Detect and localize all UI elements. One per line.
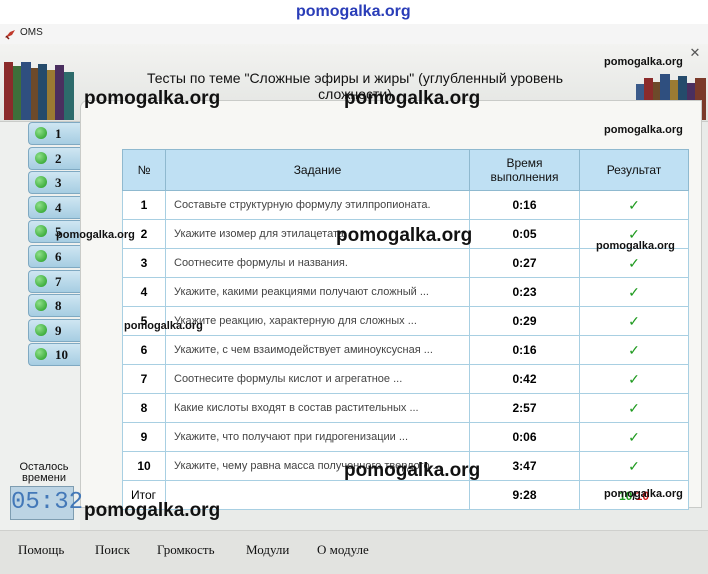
col-header-time: Время выполнения (469, 149, 580, 191)
books-left-image (4, 62, 74, 120)
status-dot-icon (35, 151, 47, 164)
table-row[interactable]: 4 Укажите, какими реакциями получают слож… (122, 277, 689, 307)
watermark: pomogalka.org (604, 56, 683, 68)
table-row[interactable]: 7 Соотнесите формулы кислот и агрегатное … (122, 364, 689, 394)
row-num: 4 (122, 277, 166, 307)
watermark: pomogalka.org (336, 225, 473, 246)
timer-label: Осталось времени (19, 461, 69, 484)
app-icon (5, 30, 15, 40)
modules-button[interactable]: Модули (246, 542, 289, 558)
check-icon: ✓ (579, 422, 689, 452)
results-table: № Задание Время выполнения Результат 1 Со… (122, 149, 689, 510)
status-dot-icon (35, 200, 47, 213)
about-module-button[interactable]: О модуле (317, 542, 369, 558)
row-time: 2:57 (469, 393, 580, 423)
row-time: 0:27 (469, 248, 580, 278)
title-bar: OMS (0, 24, 708, 45)
question-tab-3[interactable]: 3 (28, 171, 80, 195)
check-icon: ✓ (579, 277, 689, 307)
row-task: Какие кислоты входят в состав растительн… (165, 393, 470, 423)
row-time: 0:16 (469, 190, 580, 220)
status-dot-icon (35, 176, 47, 189)
watermark: pomogalka.org (344, 460, 481, 481)
status-dot-icon (35, 274, 47, 287)
search-button[interactable]: Поиск (95, 542, 130, 558)
row-time: 0:42 (469, 364, 580, 394)
question-tab-10[interactable]: 10 (28, 343, 80, 367)
table-row[interactable]: 3 Соотнесите формулы и названия. 0:27 ✓ (122, 248, 689, 278)
total-time: 9:28 (469, 480, 580, 510)
watermark: pomogalka.org (84, 88, 221, 109)
row-num: 7 (122, 364, 166, 394)
check-icon: ✓ (579, 248, 689, 278)
close-button[interactable]: ✕ (688, 46, 702, 60)
table-row[interactable]: 9 Укажите, что получают при гидрогенизаци… (122, 422, 689, 452)
watermark: pomogalka.org (124, 320, 203, 332)
table-row[interactable]: 1 Составьте структурную формулу этилпропи… (122, 190, 689, 220)
help-button[interactable]: Помощь (18, 542, 64, 558)
row-num: 1 (122, 190, 166, 220)
row-time: 0:23 (469, 277, 580, 307)
row-num: 9 (122, 422, 166, 452)
check-icon: ✓ (579, 306, 689, 336)
question-tab-4[interactable]: 4 (28, 195, 80, 219)
check-icon: ✓ (579, 393, 689, 423)
table-row[interactable]: 8 Какие кислоты входят в состав раститель… (122, 393, 689, 423)
row-time: 0:06 (469, 422, 580, 452)
row-time: 3:47 (469, 451, 580, 481)
row-task: Составьте структурную формулу этилпропио… (165, 190, 470, 220)
row-task: Соотнесите формулы и названия. (165, 248, 470, 278)
row-task: Укажите, с чем взаимодействует аминоуксу… (165, 335, 470, 365)
watermark: pomogalka.org (84, 500, 221, 521)
col-header-task: Задание (165, 149, 470, 191)
col-header-num: № (122, 149, 166, 191)
check-icon: ✓ (579, 451, 689, 481)
row-num: 10 (122, 451, 166, 481)
row-time: 0:05 (469, 219, 580, 249)
status-dot-icon (35, 348, 47, 361)
question-tab-9[interactable]: 9 (28, 318, 80, 342)
question-tab-2[interactable]: 2 (28, 146, 80, 170)
table-row[interactable]: 5 Укажите реакцию, характерную для сложны… (122, 306, 689, 336)
row-task: Укажите, какими реакциями получают сложн… (165, 277, 470, 307)
status-dot-icon (35, 225, 47, 238)
question-list: 1 2 3 4 5 6 7 8 9 10 (28, 122, 80, 368)
row-num: 8 (122, 393, 166, 423)
window-title: OMS (20, 27, 43, 38)
question-tab-8[interactable]: 8 (28, 294, 80, 318)
watermark: pomogalka.org (596, 240, 675, 252)
col-header-result: Результат (579, 149, 689, 191)
status-dot-icon (35, 127, 47, 139)
question-tab-1[interactable]: 1 (28, 122, 80, 145)
status-dot-icon (35, 323, 47, 336)
row-time: 0:29 (469, 306, 580, 336)
question-tab-6[interactable]: 6 (28, 244, 80, 268)
watermark: pomogalka.org (56, 229, 135, 241)
watermark: pomogalka.org (604, 124, 683, 136)
check-icon: ✓ (579, 190, 689, 220)
row-num: 6 (122, 335, 166, 365)
volume-button[interactable]: Громкость (157, 542, 215, 558)
check-icon: ✓ (579, 364, 689, 394)
table-row[interactable]: 6 Укажите, с чем взаимодействует аминоукс… (122, 335, 689, 365)
status-dot-icon (35, 249, 47, 262)
row-task: Укажите реакцию, характерную для сложных… (165, 306, 470, 336)
watermark: pomogalka.org (296, 3, 411, 20)
row-task: Укажите, что получают при гидрогенизации… (165, 422, 470, 452)
table-header-row: № Задание Время выполнения Результат (122, 149, 689, 191)
question-tab-7[interactable]: 7 (28, 269, 80, 293)
countdown-timer: 05:32 (10, 486, 83, 520)
watermark: pomogalka.org (344, 88, 481, 109)
status-dot-icon (35, 299, 47, 312)
row-task: Соотнесите формулы кислот и агрегатное .… (165, 364, 470, 394)
row-time: 0:16 (469, 335, 580, 365)
check-icon: ✓ (579, 335, 689, 365)
row-num: 3 (122, 248, 166, 278)
watermark: pomogalka.org (604, 488, 683, 500)
